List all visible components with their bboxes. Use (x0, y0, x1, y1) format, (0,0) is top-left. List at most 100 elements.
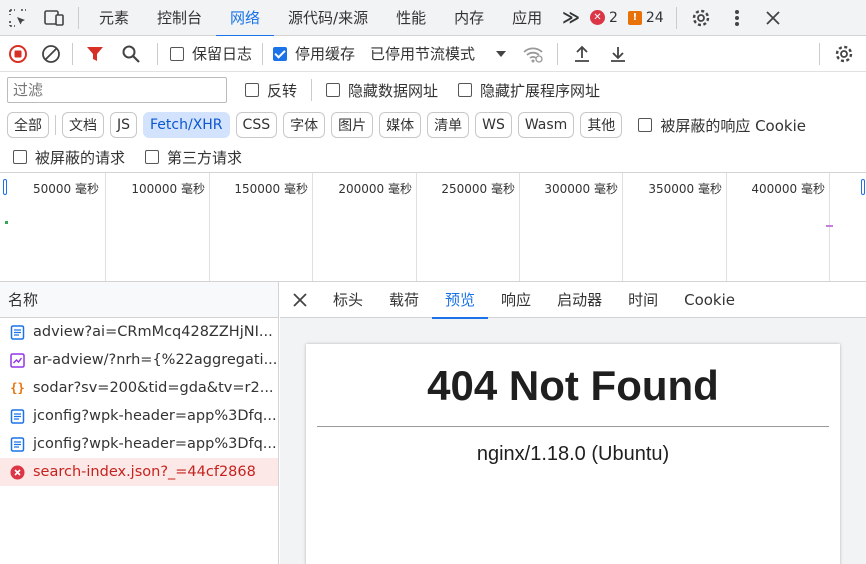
tab-application[interactable]: 应用 (498, 0, 556, 36)
warnings-badge[interactable]: ! 24 (627, 10, 664, 26)
stop-recording-icon[interactable] (0, 36, 36, 72)
close-devtools-icon[interactable] (755, 0, 791, 36)
warning-icon: ! (627, 10, 642, 25)
error-icon (10, 465, 25, 480)
request-name: search-index.json?_=44cf2868 (33, 464, 256, 480)
kebab-menu-icon[interactable] (719, 0, 755, 36)
tab-response[interactable]: 响应 (488, 282, 544, 318)
divider (262, 42, 264, 65)
tab-preview[interactable]: 预览 (432, 282, 489, 319)
checkbox-box[interactable] (638, 118, 653, 132)
more-tabs-icon[interactable]: ≫ (556, 8, 586, 28)
tab-elements[interactable]: 元素 (85, 0, 143, 36)
tab-headers[interactable]: 标头 (320, 282, 376, 318)
tab-payload[interactable]: 载荷 (376, 282, 432, 318)
tab-timing[interactable]: 时间 (615, 282, 671, 318)
export-har-icon[interactable] (600, 36, 636, 72)
device-toolbar-icon[interactable] (36, 0, 72, 36)
hide-data-urls-checkbox[interactable]: 隐藏数据网址 (326, 80, 438, 101)
divider (72, 42, 73, 65)
import-har-icon[interactable] (564, 36, 600, 72)
name-column-header[interactable]: 名称 (0, 282, 278, 318)
divider (78, 6, 79, 29)
blocked-requests-checkbox[interactable]: 被屏蔽的请求 (13, 147, 125, 168)
timeline-tick: 50000 毫秒 (0, 173, 106, 281)
tab-initiator[interactable]: 启动器 (544, 282, 615, 318)
tab-cookies[interactable]: Cookie (671, 282, 748, 318)
checkbox-box[interactable] (170, 46, 184, 61)
document-icon (10, 324, 25, 340)
timeline-request-mark (5, 221, 8, 224)
type-img[interactable]: 图片 (331, 112, 374, 138)
tab-memory[interactable]: 内存 (440, 0, 498, 36)
divider (317, 426, 829, 427)
clear-icon[interactable] (36, 36, 66, 72)
filter-funnel-icon[interactable] (79, 36, 111, 72)
preview-server: nginx/1.18.0 (Ubuntu) (476, 443, 670, 465)
tab-performance[interactable]: 性能 (382, 0, 440, 36)
request-name: jconfig?wpk-header=app%3Dfq... (33, 408, 277, 424)
network-overview-timeline[interactable]: 50000 毫秒 100000 毫秒 150000 毫秒 200000 毫秒 2… (0, 172, 866, 282)
checkbox-box[interactable] (145, 150, 160, 164)
timeline-tick: 200000 毫秒 (313, 173, 417, 281)
hide-extension-urls-label: 隐藏扩展程序网址 (480, 81, 601, 100)
type-font[interactable]: 字体 (283, 112, 326, 138)
type-media[interactable]: 媒体 (379, 112, 422, 138)
list-item[interactable]: jconfig?wpk-header=app%3Dfq... (0, 402, 278, 430)
type-other[interactable]: 其他 (580, 112, 623, 138)
resource-type-filters: 全部 文档 JS Fetch/XHR CSS 字体 图片 媒体 清单 WS Wa… (0, 108, 866, 142)
disable-cache-checkbox[interactable]: 停用缓存 (273, 43, 355, 64)
type-ws[interactable]: WS (475, 112, 512, 138)
list-item[interactable]: ar-adview/?nrh={%22aggregati... (0, 346, 278, 374)
devtools-tab-bar: 元素 控制台 网络 源代码/来源 性能 内存 应用 ≫ ✕ 2 ! 24 (0, 0, 866, 37)
checkbox-box[interactable] (245, 83, 259, 97)
tab-sources[interactable]: 源代码/来源 (274, 0, 382, 36)
error-icon: ✕ (589, 10, 605, 25)
blocked-cookies-checkbox[interactable]: 被屏蔽的响应 Cookie (638, 115, 806, 136)
close-details-icon[interactable] (280, 282, 320, 318)
checkbox-box[interactable] (326, 83, 341, 97)
third-party-label: 第三方请求 (167, 148, 243, 167)
tab-network[interactable]: 网络 (216, 0, 275, 37)
tick-label: 250000 毫秒 (441, 182, 515, 196)
checkbox-box[interactable] (13, 150, 27, 164)
timeline-tick: 350000 毫秒 (623, 173, 727, 281)
type-doc[interactable]: 文档 (62, 112, 104, 138)
third-party-checkbox[interactable]: 第三方请求 (145, 147, 242, 168)
filter-input[interactable] (7, 77, 227, 103)
inspect-element-icon[interactable] (0, 0, 36, 36)
type-js[interactable]: JS (110, 112, 138, 138)
hide-extension-urls-checkbox[interactable]: 隐藏扩展程序网址 (458, 80, 600, 101)
type-all[interactable]: 全部 (7, 112, 49, 138)
search-icon[interactable] (111, 36, 151, 72)
list-item[interactable]: {} sodar?sv=200&tid=gda&tv=r2... (0, 374, 278, 402)
disable-cache-label: 停用缓存 (295, 45, 356, 63)
timeline-request-mark (826, 225, 833, 227)
list-item[interactable]: jconfig?wpk-header=app%3Dfq... (0, 430, 278, 458)
checkbox-box[interactable] (273, 46, 288, 61)
tick-label: 350000 毫秒 (648, 182, 722, 196)
response-preview: 404 Not Found nginx/1.18.0 (Ubuntu) (306, 344, 840, 564)
list-item[interactable]: search-index.json?_=44cf2868 (0, 458, 278, 486)
invert-checkbox[interactable]: 反转 (245, 80, 297, 101)
tick-label: 150000 毫秒 (234, 182, 308, 196)
type-wasm[interactable]: Wasm (517, 112, 575, 138)
network-settings-gear-icon[interactable] (826, 36, 862, 72)
document-icon (10, 408, 25, 424)
timeline-handle-right[interactable] (861, 179, 865, 195)
timeline-tick: 400000 毫秒 (727, 173, 830, 281)
errors-badge[interactable]: ✕ 2 (589, 10, 618, 26)
blocked-cookies-label: 被屏蔽的响应 Cookie (660, 116, 806, 135)
preserve-log-checkbox[interactable]: 保留日志 (170, 43, 252, 64)
settings-gear-icon[interactable] (683, 0, 719, 36)
tab-console[interactable]: 控制台 (143, 0, 216, 36)
tick-label: 200000 毫秒 (338, 182, 412, 196)
type-css[interactable]: CSS (235, 112, 278, 138)
list-item[interactable]: adview?ai=CRmMcq428ZZHjNI... (0, 318, 278, 346)
request-name: adview?ai=CRmMcq428ZZHjNI... (33, 324, 273, 340)
type-fetch-xhr[interactable]: Fetch/XHR (143, 112, 230, 138)
type-manifest[interactable]: 清单 (427, 112, 470, 138)
network-conditions-wifi-icon[interactable] (515, 36, 551, 72)
checkbox-box[interactable] (458, 83, 473, 97)
throttling-select[interactable]: 已停用节流模式 (370, 43, 507, 64)
